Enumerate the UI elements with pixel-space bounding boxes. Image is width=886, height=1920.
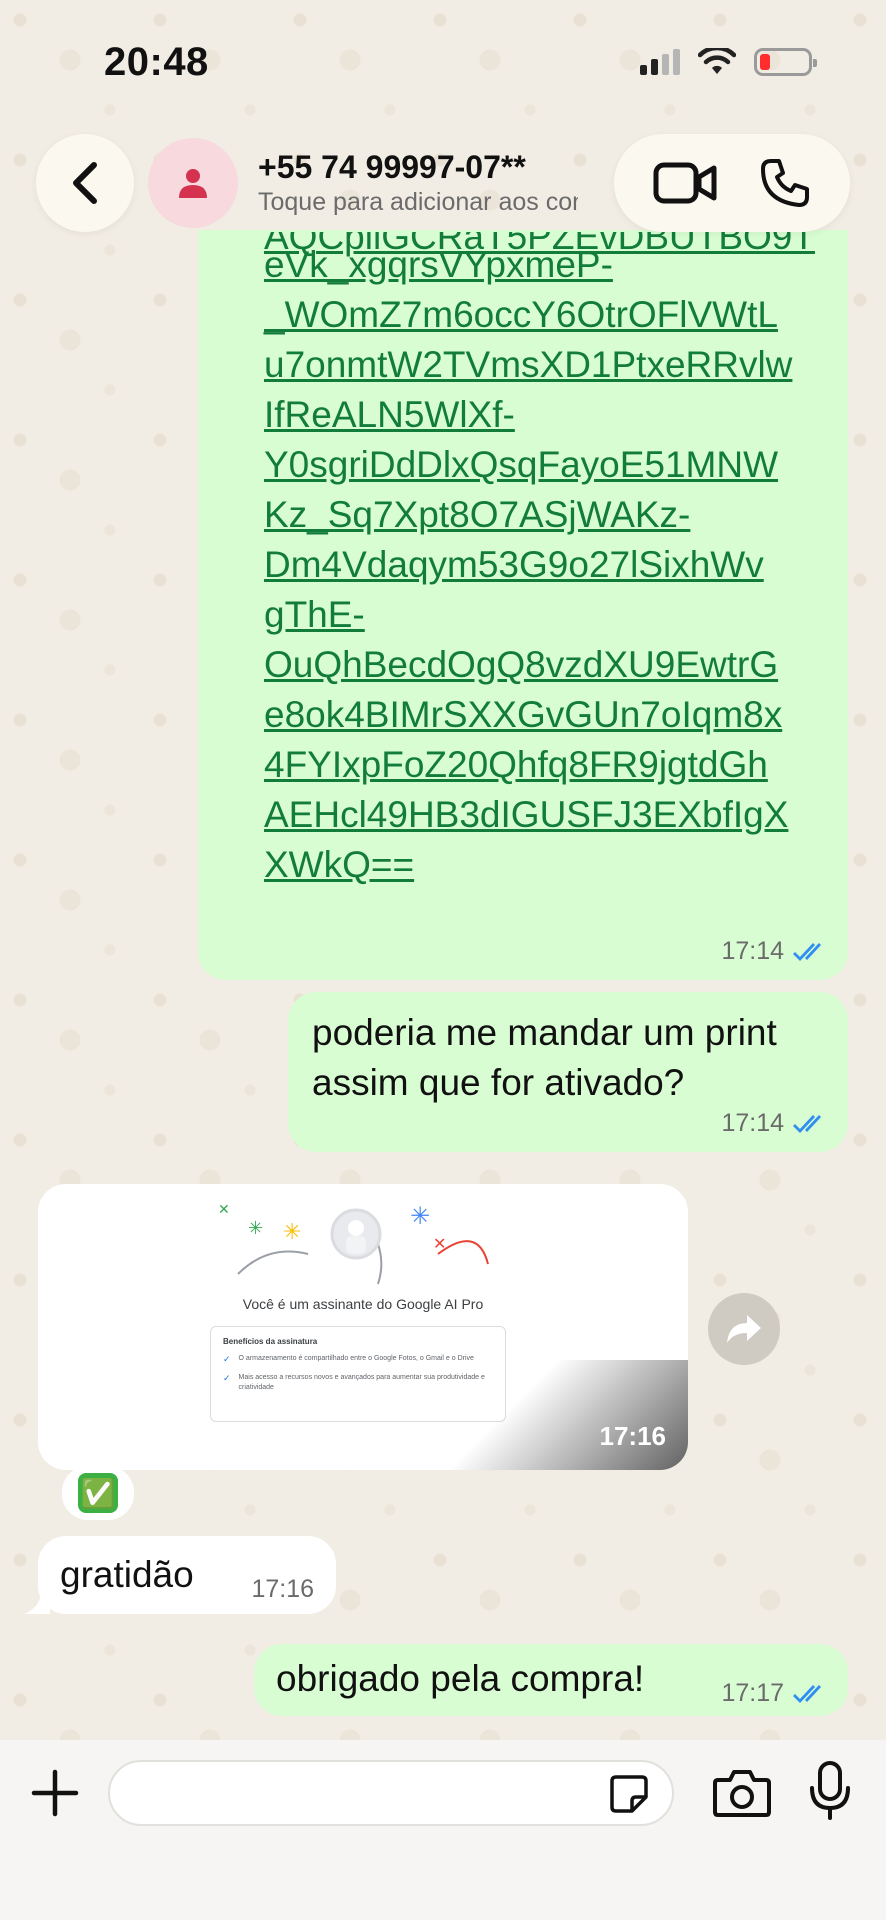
link-line[interactable]: Y0sgriDdDlxQsqFayoE51MNW [264, 440, 844, 490]
plus-icon[interactable] [28, 1766, 82, 1820]
message-text: gratidão [60, 1554, 194, 1595]
forward-icon [727, 1315, 761, 1343]
chat-header: +55 74 99997-07** Toque para adicionar a… [0, 120, 886, 250]
svg-text:✳: ✳ [248, 1218, 263, 1239]
svg-text:✕: ✕ [433, 1234, 446, 1253]
message-time: 17:17 [721, 1679, 784, 1707]
message-input-bar [0, 1740, 886, 1920]
link-line[interactable]: 4FYIxpFoZ20Qhfq8FR9jgtdGh [264, 740, 844, 790]
contact-avatar-icon [179, 169, 207, 198]
status-icons [640, 48, 817, 76]
sticker-icon[interactable] [608, 1773, 650, 1815]
cellular-signal-icon [640, 49, 680, 75]
microphone-icon[interactable] [808, 1760, 852, 1822]
message-meta: 17:14 [721, 937, 828, 966]
message-input[interactable] [132, 1762, 592, 1824]
voice-call-icon[interactable] [759, 157, 811, 209]
message-meta: 17:16 [251, 1575, 314, 1604]
svg-text:✳: ✳ [283, 1220, 301, 1245]
svg-text:✕: ✕ [218, 1202, 230, 1218]
message-bubble-link[interactable]: eVk_xgqrsVYpxmeP- _WOmZ7m6occY6OtrOFlVWt… [198, 230, 848, 980]
camera-icon[interactable] [712, 1768, 772, 1818]
image-title: Você é um assinante do Google AI Pro [242, 1296, 484, 1312]
back-icon [73, 162, 97, 204]
message-meta: 17:17 [721, 1679, 828, 1708]
message-reaction[interactable]: ✅ [62, 1466, 134, 1520]
message-bubble[interactable]: gratidão 17:16 [38, 1536, 336, 1614]
bubble-tail [24, 1590, 50, 1614]
link-line[interactable]: OuQhBecdOgQ8vzdXU9EwtrG [264, 640, 844, 690]
link-line[interactable]: gThE- [264, 590, 844, 640]
message-bubble[interactable]: poderia me mandar um print assim que for… [288, 992, 848, 1152]
link-line[interactable]: AEHcl49HB3dIGUSFJ3EXbfIgX [264, 790, 844, 840]
message-time: 17:16 [599, 1421, 667, 1451]
link-line[interactable]: Kz_Sq7Xpt8O7ASjWAKz- [264, 490, 844, 540]
check-icon: ✓ [223, 1354, 231, 1364]
message-time: 17:14 [721, 937, 784, 965]
call-actions [614, 134, 850, 232]
message-text: obrigado pela compra! [276, 1658, 645, 1699]
link-line[interactable]: XWkQ== [264, 840, 844, 890]
link-line[interactable]: u7onmtW2TVmsXD1PtxeRRvlw [264, 340, 844, 390]
status-bar: 20:48 [0, 0, 886, 120]
svg-text:✳: ✳ [410, 1202, 430, 1230]
contact-name: +55 74 99997-07** [258, 149, 526, 185]
link-line[interactable]: e8ok4BIMrSXXGvGUn7oIqm8x [264, 690, 844, 740]
video-call-icon[interactable] [653, 161, 717, 205]
battery-icon [754, 48, 817, 76]
message-text-field[interactable] [108, 1760, 674, 1826]
check-icon: ✓ [223, 1373, 231, 1383]
link-line[interactable]: IfReALN5WlXf- [264, 390, 844, 440]
message-link-text[interactable]: eVk_xgqrsVYpxmeP- _WOmZ7m6occY6OtrOFlVWt… [264, 240, 844, 890]
read-ticks-icon [793, 1684, 822, 1703]
reaction-emoji: ✅ [78, 1473, 118, 1513]
message-bubble[interactable]: obrigado pela compra! 17:17 [254, 1644, 848, 1716]
read-ticks-icon [793, 1114, 822, 1133]
image-time-shade [428, 1360, 688, 1470]
image-box-title: Benefícios da assinatura [223, 1337, 318, 1346]
message-text: poderia me mandar um print assim que for… [312, 1012, 777, 1103]
contact-info[interactable]: +55 74 99997-07** Toque para adicionar a… [148, 134, 588, 232]
message-time: 17:14 [721, 1109, 784, 1137]
wifi-icon [698, 48, 736, 74]
image-message[interactable]: ✳ ✳ ✳ ✕ ✕ Você é um assinante do Google … [38, 1184, 688, 1470]
forward-button[interactable] [708, 1293, 780, 1365]
contact-avatar [148, 138, 238, 228]
link-line[interactable]: Dm4Vdaqym53G9o27lSixhWv [264, 540, 844, 590]
status-time: 20:48 [104, 40, 209, 84]
message-time: 17:16 [251, 1575, 314, 1603]
back-button[interactable] [36, 134, 134, 232]
contact-subtitle: Toque para adicionar aos contatos [258, 188, 578, 216]
read-ticks-icon [793, 942, 822, 961]
message-meta: 17:14 [721, 1109, 828, 1138]
link-line[interactable]: _WOmZ7m6occY6OtrOFlVWtL [264, 290, 844, 340]
